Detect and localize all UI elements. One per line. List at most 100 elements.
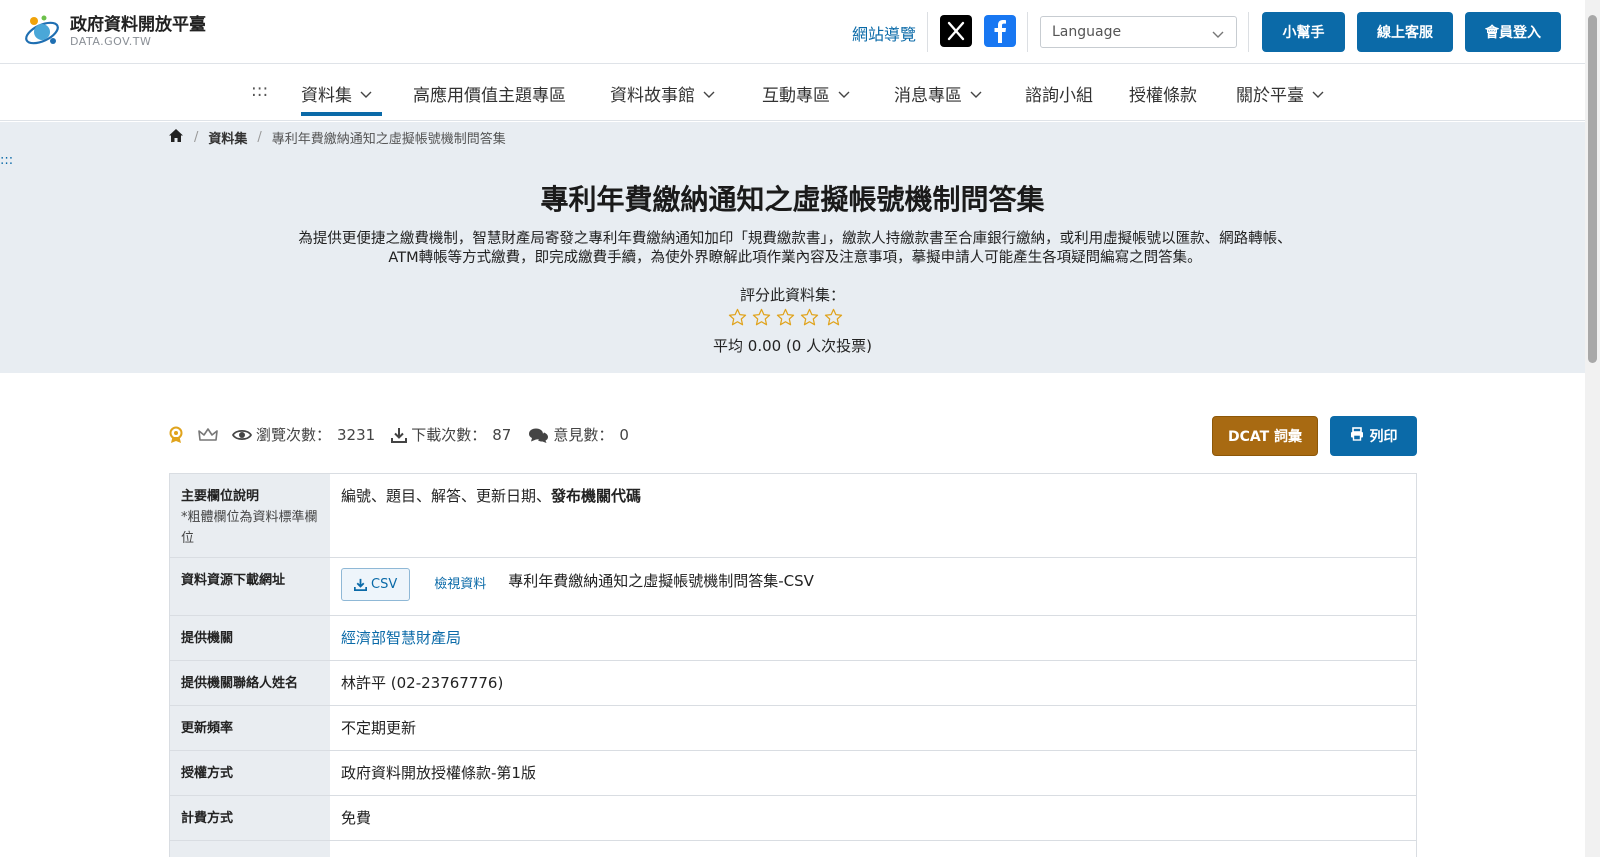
downloads-stat: 下載次數： 87 bbox=[391, 424, 511, 445]
star-icon[interactable] bbox=[824, 308, 843, 327]
breadcrumb: / 資料集 / 專利年費繳納通知之虛擬帳號機制問答集 bbox=[168, 128, 506, 147]
resource-name: 專利年費繳納通知之虛擬帳號機制問答集-CSV bbox=[508, 572, 814, 590]
star-icon[interactable] bbox=[728, 308, 747, 327]
site-logo[interactable]: 政府資料開放平臺 DATA.GOV.TW bbox=[22, 11, 206, 51]
nav-item-news[interactable]: 消息專區 bbox=[894, 81, 982, 106]
provider-link[interactable]: 經濟部智慧財產局 bbox=[341, 629, 461, 647]
crown-icon bbox=[198, 427, 218, 443]
views-stat: 瀏覽次數： 3231 bbox=[232, 424, 375, 445]
page-title: 專利年費繳納通知之虛擬帳號機制問答集 bbox=[540, 183, 1045, 216]
x-twitter-icon[interactable] bbox=[940, 15, 972, 47]
dataset-hero: / 資料集 / 專利年費繳納通知之虛擬帳號機制問答集 ::: 專利年費繳納通知之… bbox=[0, 122, 1585, 373]
chevron-down-icon bbox=[1212, 27, 1224, 43]
view-data-link[interactable]: 檢視資料 bbox=[434, 574, 486, 595]
frequency-label: 更新頻率 bbox=[170, 706, 330, 750]
provider-label: 提供機關 bbox=[170, 616, 330, 660]
table-row-value bbox=[330, 841, 1416, 857]
breadcrumb-datasets[interactable]: 資料集 bbox=[208, 128, 247, 147]
content-accesskey[interactable]: ::: bbox=[0, 153, 13, 168]
print-label: 列印 bbox=[1369, 429, 1398, 445]
download-icon bbox=[391, 427, 408, 443]
header-divider bbox=[927, 12, 928, 52]
logo-subtitle: DATA.GOV.TW bbox=[70, 34, 152, 48]
chevron-down-icon bbox=[360, 84, 372, 104]
license-label: 授權方式 bbox=[170, 751, 330, 795]
views-label: 瀏覽次數： bbox=[256, 426, 332, 444]
rating-average: 平均 0.00 (0 人次投票) bbox=[713, 337, 872, 355]
nav-item-label: 互動專區 bbox=[762, 86, 830, 106]
dataset-stats: 瀏覽次數： 3231 下載次數： 87 意見數： 0 bbox=[168, 424, 645, 445]
rating-stars[interactable] bbox=[728, 308, 843, 327]
member-login-button[interactable]: 會員登入 bbox=[1465, 12, 1561, 52]
download-url-label: 資料資源下載網址 bbox=[170, 558, 330, 615]
nav-item-high-value[interactable]: 高應用價值主題專區 bbox=[413, 81, 566, 106]
star-icon[interactable] bbox=[776, 308, 795, 327]
chevron-down-icon bbox=[838, 84, 850, 104]
eye-icon bbox=[232, 428, 252, 442]
header-divider bbox=[1027, 12, 1028, 52]
nav-item-datasets[interactable]: 資料集 bbox=[301, 81, 372, 106]
table-row-value: 編號、題目、解答、更新日期、發布機關代碼 bbox=[330, 474, 1416, 557]
breadcrumb-current: 專利年費繳納通知之虛擬帳號機制問答集 bbox=[271, 132, 506, 147]
table-row: 提供機關聯絡人姓名 林許平 (02-23767776) bbox=[170, 661, 1416, 706]
logo-icon bbox=[22, 11, 62, 51]
nav-item-label: 授權條款 bbox=[1129, 86, 1197, 106]
scrollbar-thumb[interactable] bbox=[1588, 15, 1597, 363]
csv-download-button[interactable]: CSV bbox=[341, 568, 411, 601]
comments-icon bbox=[527, 427, 549, 443]
award-badge-icon bbox=[168, 426, 184, 444]
fee-value: 免費 bbox=[341, 809, 372, 827]
facebook-icon[interactable] bbox=[984, 15, 1016, 47]
nav-item-about[interactable]: 關於平臺 bbox=[1236, 81, 1324, 106]
star-icon[interactable] bbox=[800, 308, 819, 327]
csv-label: CSV bbox=[371, 577, 398, 592]
downloads-label: 下載次數： bbox=[411, 426, 487, 444]
main-fields-bold: 發布機關代碼 bbox=[551, 487, 642, 505]
nav-item-advisory[interactable]: 諮詢小組 bbox=[1025, 81, 1093, 106]
header-divider bbox=[1248, 12, 1249, 52]
table-row bbox=[170, 841, 1416, 857]
table-row: 主要欄位說明 *粗體欄位為資料標準欄位 編號、題目、解答、更新日期、發布機關代碼 bbox=[170, 474, 1416, 558]
printer-icon bbox=[1350, 427, 1364, 445]
star-icon[interactable] bbox=[752, 308, 771, 327]
table-row: 資料資源下載網址 CSV 檢視資料 專利年費繳納通知之虛擬帳號機制問答集-CSV bbox=[170, 558, 1416, 616]
comments-stat: 意見數： 0 bbox=[527, 424, 629, 445]
main-fields-note: *粗體欄位為資料標準欄位 bbox=[181, 510, 318, 546]
table-row-key bbox=[170, 841, 330, 857]
fee-label: 計費方式 bbox=[170, 796, 330, 840]
home-icon[interactable] bbox=[168, 128, 184, 147]
print-button[interactable]: 列印 bbox=[1330, 416, 1417, 456]
nav-accesskey[interactable]: ::: bbox=[251, 81, 268, 101]
breadcrumb-separator: / bbox=[257, 130, 262, 145]
table-row: 提供機關 經濟部智慧財產局 bbox=[170, 616, 1416, 661]
comments-label: 意見數： bbox=[553, 426, 614, 444]
table-row: 計費方式 免費 bbox=[170, 796, 1416, 841]
rating-label: 評分此資料集： bbox=[739, 286, 845, 304]
online-service-button[interactable]: 線上客服 bbox=[1357, 12, 1453, 52]
nav-item-stories[interactable]: 資料故事館 bbox=[610, 81, 715, 106]
language-select-value: Language bbox=[1052, 24, 1122, 40]
dcat-vocabulary-button[interactable]: DCAT 詞彙 bbox=[1212, 416, 1318, 456]
dataset-description: 為提供更便捷之繳費機制，智慧財產局寄發之專利年費繳納通知加印「規費繳款書」，繳款… bbox=[298, 231, 1292, 266]
nav-item-license[interactable]: 授權條款 bbox=[1129, 81, 1197, 106]
license-value: 政府資料開放授權條款-第1版 bbox=[341, 764, 536, 782]
nav-item-interactive[interactable]: 互動專區 bbox=[762, 81, 850, 106]
nav-item-label: 關於平臺 bbox=[1236, 86, 1304, 106]
site-header: 政府資料開放平臺 DATA.GOV.TW 網站導覽 Language 小幫手 線… bbox=[0, 0, 1585, 64]
nav-item-label: 資料故事館 bbox=[610, 86, 695, 106]
sitemap-link[interactable]: 網站導覽 bbox=[852, 21, 916, 45]
table-row: 更新頻率 不定期更新 bbox=[170, 706, 1416, 751]
contact-value: 林許平 (02-23767776) bbox=[341, 674, 504, 692]
chevron-down-icon bbox=[703, 84, 715, 104]
table-row: 授權方式 政府資料開放授權條款-第1版 bbox=[170, 751, 1416, 796]
language-select[interactable]: Language bbox=[1040, 16, 1237, 48]
nav-item-label: 消息專區 bbox=[894, 86, 962, 106]
views-count: 3231 bbox=[337, 425, 376, 444]
nav-item-label: 諮詢小組 bbox=[1025, 86, 1093, 106]
helper-button[interactable]: 小幫手 bbox=[1262, 12, 1345, 52]
downloads-count: 87 bbox=[492, 425, 512, 444]
main-fields-label: 主要欄位說明 bbox=[181, 489, 260, 504]
table-row-value: CSV 檢視資料 專利年費繳納通知之虛擬帳號機制問答集-CSV bbox=[330, 558, 1416, 615]
contact-label: 提供機關聯絡人姓名 bbox=[170, 661, 330, 705]
table-row-value: 經濟部智慧財產局 bbox=[330, 616, 1416, 660]
